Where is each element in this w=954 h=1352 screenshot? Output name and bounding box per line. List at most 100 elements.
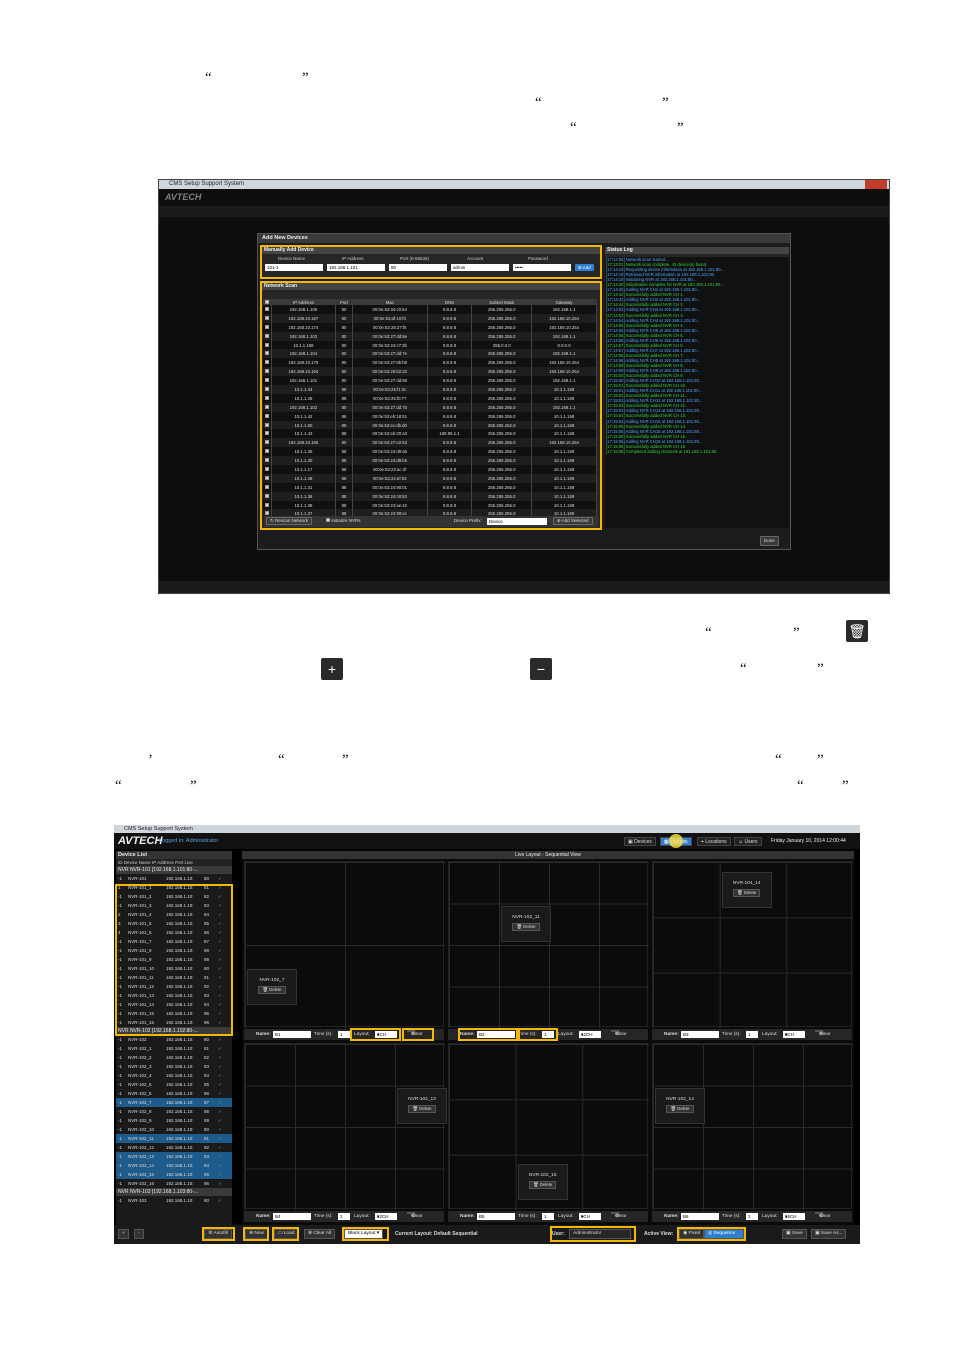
- device-row[interactable]: -1 NVR-102_12 192.168.1.10: 92 ✓: [116, 1143, 232, 1152]
- device-cell: 95: [204, 1172, 210, 1177]
- device-row[interactable]: -1 NVR-102_7 192.168.1.10: 87 ✓: [116, 1098, 232, 1107]
- delete-channel-button[interactable]: 🗑 Delete: [258, 985, 286, 994]
- device-cell: NVR-103: [128, 1198, 147, 1203]
- remove-device-button[interactable]: -: [134, 1229, 144, 1239]
- layout-name-input[interactable]: B1: [273, 1031, 311, 1038]
- device-cell: NVR-102_13: [128, 1154, 155, 1159]
- device-row[interactable]: -1 NVR-101 192.168.1.10: 80 ✓: [116, 874, 232, 883]
- delete-channel-button[interactable]: 🗑 Delete: [512, 923, 540, 932]
- layout-panel[interactable]: NVR-102_15 🗑 Delete: [448, 1043, 649, 1210]
- device-cell: 81: [204, 1046, 210, 1051]
- device-row[interactable]: -1 NVR-102_14 192.168.1.10: 94 ✓: [116, 1161, 232, 1170]
- channel-name: NVR-102_11: [512, 915, 540, 921]
- device-row[interactable]: -1 NVR-102_3 192.168.1.10: 83 ✓: [116, 1062, 232, 1071]
- clear-button[interactable]: ⊗ Clear: [815, 1212, 830, 1219]
- quote-mark: ’: [148, 752, 153, 768]
- add-device-button[interactable]: +: [118, 1229, 129, 1239]
- clear-button[interactable]: ⊗ Clear: [407, 1212, 422, 1219]
- nav-devices[interactable]: ▣ Devices: [624, 837, 656, 846]
- device-cell: -1: [118, 1181, 123, 1186]
- time-input[interactable]: 1: [746, 1031, 758, 1038]
- window-titlebar: CMS Setup Support System: [114, 825, 860, 833]
- save-button[interactable]: ▣ Save: [782, 1229, 807, 1239]
- layout-panel[interactable]: NVR-102_7 🗑 Delete: [244, 861, 445, 1028]
- layout-select[interactable]: 12CH ▾: [579, 1031, 601, 1038]
- layout-select[interactable]: 9CH ▾: [579, 1213, 601, 1220]
- device-list-columns: ID Device Name IP Address Port Live: [116, 859, 232, 866]
- device-row[interactable]: -1 NVR-102_6 192.168.1.10: 86 ✓: [116, 1089, 232, 1098]
- device-row[interactable]: -1 NVR-102_15 192.168.1.10: 95 ✓: [116, 1170, 232, 1179]
- device-row[interactable]: -1 NVR-102_16 192.168.1.10: 96 ✓: [116, 1179, 232, 1188]
- device-cell: 192.168.1.10:: [166, 1082, 194, 1087]
- device-row[interactable]: -1 NVR-102_5 192.168.1.10: 85 ✓: [116, 1080, 232, 1089]
- clear-button[interactable]: ⊗ Clear: [611, 1030, 626, 1037]
- device-row[interactable]: -1 NVR-102_9 192.168.1.10: 89 ✓: [116, 1116, 232, 1125]
- clear-all-button[interactable]: ⊗ Clear All: [304, 1229, 336, 1239]
- time-input[interactable]: 1: [338, 1213, 350, 1220]
- layout-panel[interactable]: NVR-102_11 🗑 Delete: [448, 861, 649, 1028]
- save-as-button[interactable]: ▣ Save As...: [811, 1229, 847, 1239]
- device-cell: -1: [118, 1073, 123, 1078]
- layout-select[interactable]: 9CH ▾: [783, 1031, 805, 1038]
- device-cell: 86: [204, 1091, 210, 1096]
- device-cell: NVR-102_7: [128, 1100, 152, 1105]
- device-cell: 84: [204, 1073, 210, 1078]
- device-cell: ✓: [218, 876, 222, 881]
- device-cell: 192.168.1.10:: [166, 1046, 194, 1051]
- nav-locations[interactable]: ⌖ Locations: [697, 837, 731, 846]
- highlight-box: [272, 1227, 299, 1241]
- time-input[interactable]: 1: [338, 1031, 350, 1038]
- channel-tile[interactable]: NVR-102_7 🗑 Delete: [247, 968, 297, 1005]
- delete-channel-button[interactable]: 🗑 Delete: [666, 1105, 694, 1114]
- group-nvr-103[interactable]: NVR NVR-103 [192.168.1.103:80-...: [116, 1188, 232, 1196]
- layout-name-input[interactable]: B3: [681, 1031, 719, 1038]
- channel-tile[interactable]: NVR-102_11 🗑 Delete: [501, 906, 551, 943]
- done-button[interactable]: Done: [760, 536, 779, 546]
- cursor-highlight: [669, 834, 683, 848]
- device-cell: -1: [118, 1064, 123, 1069]
- channel-tile[interactable]: NVR-104_14 🗑 Delete: [721, 871, 772, 908]
- layout-panel[interactable]: NVR-104_14 🗑 Delete: [652, 861, 853, 1028]
- clear-button[interactable]: ⊗ Clear: [611, 1212, 626, 1219]
- layout-select[interactable]: 12CH ▾: [375, 1213, 397, 1220]
- device-row[interactable]: -1 NVR-102_10 192.168.1.10: 90 ✓: [116, 1125, 232, 1134]
- device-cell: 85: [204, 1082, 210, 1087]
- layout-panel[interactable]: NVR-102_14 🗑 Delete: [652, 1043, 853, 1210]
- layout-name-input[interactable]: B6: [681, 1213, 719, 1220]
- device-cell: NVR-101: [128, 876, 147, 881]
- device-row[interactable]: -1 NVR-102_2 192.168.1.10: 82 ✓: [116, 1053, 232, 1062]
- delete-channel-button[interactable]: 🗑 Delete: [408, 1105, 436, 1114]
- layout-panel[interactable]: NVR-102_13 🗑 Delete: [244, 1043, 447, 1210]
- dialog-title: Add New Devices: [258, 234, 790, 243]
- layout-select[interactable]: 16CH ▾: [783, 1213, 805, 1220]
- close-window-button[interactable]: [865, 180, 887, 189]
- device-row[interactable]: -1 NVR-102 192.168.1.10: 80 ✓: [116, 1035, 232, 1044]
- channel-tile[interactable]: NVR-102_13 🗑 Delete: [397, 1088, 447, 1125]
- device-cell: ✓: [218, 1046, 222, 1051]
- time-input[interactable]: 1: [542, 1213, 554, 1220]
- device-cell: NVR-102_3: [128, 1064, 152, 1069]
- device-row[interactable]: -1 NVR-102_4 192.168.1.10: 84 ✓: [116, 1071, 232, 1080]
- channel-tile[interactable]: NVR-102_15 🗑 Delete: [517, 1164, 568, 1201]
- device-row[interactable]: -1 NVR-102_13 192.168.1.10: 93 ✓: [116, 1152, 232, 1161]
- nav-users[interactable]: ☺ Users: [734, 837, 762, 846]
- device-cell: NVR-102_14: [128, 1163, 155, 1168]
- device-cell: ✓: [218, 1136, 222, 1141]
- clear-button[interactable]: ⊗ Clear: [815, 1030, 830, 1037]
- layout-name-input[interactable]: B5: [477, 1213, 515, 1220]
- group-nvr-101[interactable]: NVR NVR-101 [192.168.1.101:80-...: [116, 866, 232, 874]
- device-row[interactable]: -1 NVR-102_8 192.168.1.10: 88 ✓: [116, 1107, 232, 1116]
- time-input[interactable]: 1: [746, 1213, 758, 1220]
- channel-tile[interactable]: NVR-102_14 🗑 Delete: [655, 1088, 705, 1125]
- delete-channel-button[interactable]: 🗑 Delete: [733, 888, 761, 897]
- device-row[interactable]: -1 NVR-102_1 192.168.1.10: 81 ✓: [116, 1044, 232, 1053]
- time-label: Time (s):: [722, 1214, 741, 1219]
- device-row[interactable]: -1 NVR-103 192.168.1.10: 80 ✓: [116, 1196, 232, 1205]
- layout-area-header: Live Layout - Sequential View: [242, 851, 854, 859]
- add-devices-window: CMS Setup Support System AVTECH Add New …: [158, 179, 890, 594]
- device-row[interactable]: -1 NVR-102_11 192.168.1.10: 91 ✓: [116, 1134, 232, 1143]
- delete-channel-button[interactable]: 🗑 Delete: [529, 1181, 557, 1190]
- layout-name-input[interactable]: B4: [273, 1213, 311, 1220]
- layout-area: Live Layout - Sequential View NVR-102_7 🗑…: [242, 851, 854, 1225]
- device-cell: 192.168.1.10:: [166, 1100, 194, 1105]
